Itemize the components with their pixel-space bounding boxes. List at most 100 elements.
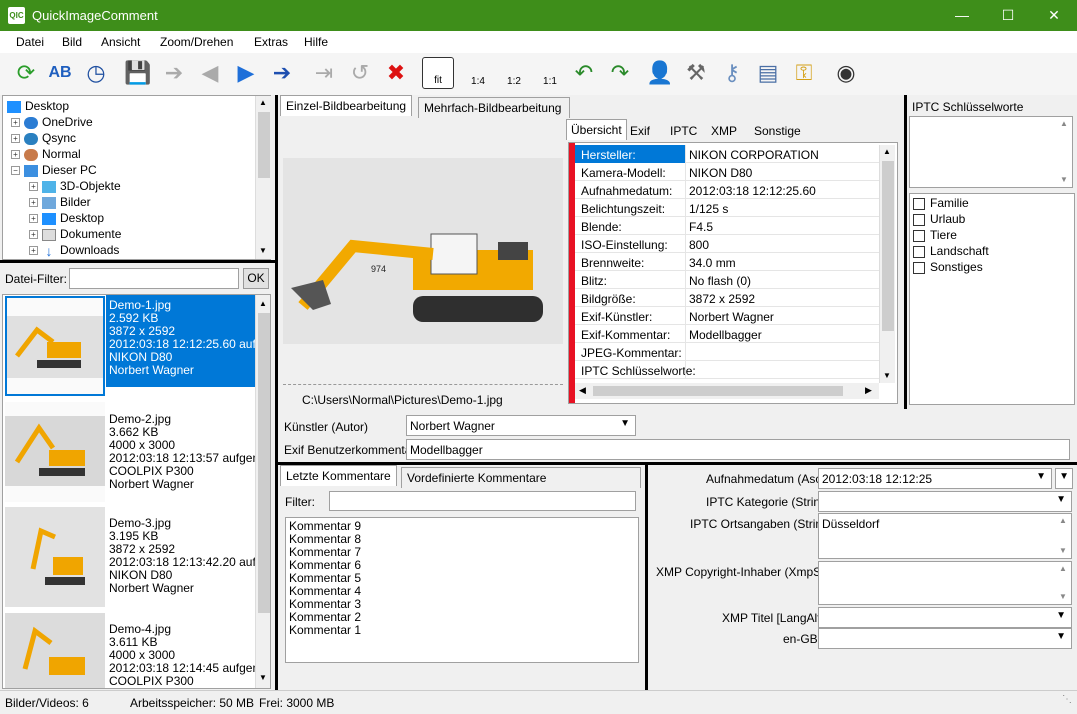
zoom-1-4-icon[interactable]: 1:4: [462, 57, 494, 89]
splitter-horizontal[interactable]: [278, 462, 1077, 465]
metadata-hscrollbar[interactable]: ◀ ▶: [575, 383, 879, 399]
tab-uebersicht[interactable]: Übersicht: [566, 119, 627, 140]
tab-letzte-kommentare[interactable]: Letzte Kommentare: [280, 465, 397, 486]
clock-icon[interactable]: ◷: [80, 57, 112, 89]
delete-icon[interactable]: ✖: [380, 57, 412, 89]
tag-icon[interactable]: ⚷: [716, 57, 748, 89]
expand-icon[interactable]: +: [11, 150, 20, 160]
file-info-demo-4[interactable]: Demo-4.jpg 3.611 KB 4000 x 3000 2012:03:18 …: [109, 623, 262, 688]
tree-item-downloads[interactable]: + ↓ Downloads: [29, 243, 119, 258]
menu-bild[interactable]: Bild: [62, 35, 82, 49]
binoculars-icon[interactable]: ◉: [830, 57, 862, 89]
tree-item-dokumente[interactable]: + Dokumente: [29, 227, 121, 241]
rotate-right-icon[interactable]: ↷: [604, 57, 636, 89]
check-sonstiges[interactable]: Sonstiges: [913, 260, 983, 274]
exif-comment-input[interactable]: Modellbagger: [406, 439, 1070, 460]
image-preview[interactable]: 974: [283, 158, 563, 344]
scroll-thumb[interactable]: [882, 161, 894, 331]
chevron-down-icon[interactable]: ▼: [1059, 471, 1069, 482]
tree-item-bilder[interactable]: + Bilder: [29, 195, 91, 209]
tree-item-onedrive[interactable]: + OneDrive: [11, 115, 93, 129]
field-loc-input[interactable]: Düsseldorf ▲ ▼: [818, 513, 1072, 559]
document-icon[interactable]: ▤: [752, 57, 784, 89]
chevron-down-icon[interactable]: ▼: [1036, 471, 1046, 482]
expand-icon[interactable]: +: [29, 230, 38, 240]
meta-row[interactable]: Exif-Künstler: Norbert Wagner: [575, 307, 885, 325]
menu-datei[interactable]: Datei: [16, 35, 44, 49]
tree-item-dieser-pc[interactable]: − Dieser PC: [11, 163, 97, 177]
resize-grip-icon[interactable]: ⋱: [1062, 694, 1072, 705]
scroll-down-icon[interactable]: ▼: [259, 673, 267, 682]
file-info-demo-1[interactable]: Demo-1.jpg 2.592 KB 3872 x 2592 2012:03:18 …: [109, 299, 269, 377]
meta-row[interactable]: Bildgröße: 3872 x 2592: [575, 289, 885, 307]
refresh-icon[interactable]: ⟳: [10, 57, 42, 89]
check-tiere[interactable]: Tiere: [913, 228, 957, 242]
expand-icon[interactable]: +: [29, 198, 38, 208]
meta-row[interactable]: Blende: F4.5: [575, 217, 885, 235]
tree-item-normal[interactable]: + Normal: [11, 147, 81, 161]
checkbox-icon[interactable]: [913, 213, 925, 226]
scroll-right-icon[interactable]: ▶: [865, 385, 872, 396]
expand-icon[interactable]: +: [29, 246, 38, 256]
meta-row[interactable]: Exif-Kommentar: Modellbagger: [575, 325, 885, 343]
scroll-up-icon[interactable]: ▲: [1059, 516, 1067, 525]
tree-item-desktop[interactable]: Desktop: [7, 99, 69, 113]
back-arrow-icon[interactable]: ➔: [158, 57, 190, 89]
check-landschaft[interactable]: Landschaft: [913, 244, 989, 258]
rotate-left-icon[interactable]: ↶: [568, 57, 600, 89]
zoom-fit-icon[interactable]: fit: [422, 57, 454, 89]
scroll-down-icon[interactable]: ▼: [1060, 175, 1068, 184]
previous-icon[interactable]: ◀: [194, 57, 226, 89]
chevron-down-icon[interactable]: ▼: [620, 418, 630, 429]
forward-arrow-icon[interactable]: ➔: [266, 57, 298, 89]
list-item[interactable]: Kommentar 1: [289, 624, 361, 637]
filter-ok-button[interactable]: OK: [243, 268, 269, 289]
undo-icon[interactable]: ↺: [344, 57, 376, 89]
check-familie[interactable]: Familie: [913, 196, 969, 210]
tree-scrollbar[interactable]: ▲ ▼: [255, 96, 271, 259]
tab-exif[interactable]: Exif: [625, 121, 655, 141]
next-icon[interactable]: ▶: [230, 57, 262, 89]
scroll-down-icon[interactable]: ▼: [883, 371, 891, 380]
scroll-up-icon[interactable]: ▲: [883, 147, 891, 156]
zoom-1-2-icon[interactable]: 1:2: [498, 57, 530, 89]
scroll-thumb[interactable]: [258, 313, 270, 613]
file-filter-input[interactable]: [69, 268, 239, 289]
thumbnail-demo-1[interactable]: [5, 296, 105, 396]
menu-hilfe[interactable]: Hilfe: [304, 35, 328, 49]
checkbox-icon[interactable]: [913, 261, 925, 274]
spellcheck-icon[interactable]: AB: [44, 57, 76, 89]
scroll-up-icon[interactable]: ▲: [1059, 564, 1067, 573]
thumbnail-demo-2[interactable]: [5, 402, 105, 502]
chevron-down-icon[interactable]: ▼: [1056, 494, 1066, 505]
field-date-combo[interactable]: 2012:03:18 12:12:25 ▼: [818, 468, 1052, 489]
minimize-button[interactable]: —: [939, 0, 985, 31]
scroll-down-icon[interactable]: ▼: [1059, 592, 1067, 601]
checkbox-icon[interactable]: [913, 229, 925, 242]
thumbnail-demo-3[interactable]: [5, 507, 105, 607]
zoom-1-1-icon[interactable]: 1:1: [534, 57, 566, 89]
expand-icon[interactable]: +: [11, 118, 20, 128]
meta-row[interactable]: Belichtungszeit: 1/125 s: [575, 199, 885, 217]
file-info-demo-3[interactable]: Demo-3.jpg 3.195 KB 3872 x 2592 2012:03:18 …: [109, 517, 269, 595]
meta-row[interactable]: Blitz: No flash (0): [575, 271, 885, 289]
scroll-thumb[interactable]: [258, 112, 270, 178]
menu-zoom-drehen[interactable]: Zoom/Drehen: [160, 35, 233, 49]
field-cat-combo[interactable]: ▼: [818, 491, 1072, 512]
splitter-right[interactable]: [904, 95, 907, 409]
checkbox-icon[interactable]: [913, 245, 925, 258]
meta-row[interactable]: Brennweite: 34.0 mm: [575, 253, 885, 271]
menu-ansicht[interactable]: Ansicht: [101, 35, 140, 49]
meta-row[interactable]: Aufnahmedatum: 2012:03:18 12:12:25.60: [575, 181, 885, 199]
meta-row[interactable]: Kamera-Modell: NIKON D80: [575, 163, 885, 181]
chevron-down-icon[interactable]: ▼: [1056, 631, 1066, 642]
scroll-down-icon[interactable]: ▼: [1059, 546, 1067, 555]
file-list-scrollbar[interactable]: ▲ ▼: [255, 295, 270, 688]
file-info-demo-2[interactable]: Demo-2.jpg 3.662 KB 4000 x 3000 2012:03:18 …: [109, 413, 262, 491]
scroll-up-icon[interactable]: ▲: [259, 299, 267, 308]
tab-iptc[interactable]: IPTC: [665, 121, 702, 141]
scroll-up-icon[interactable]: ▲: [1060, 119, 1068, 128]
tree-item-qsync[interactable]: + Qsync: [11, 131, 76, 145]
check-urlaub[interactable]: Urlaub: [913, 212, 965, 226]
tab-vordefinierte-kommentare[interactable]: Vordefinierte Kommentare: [401, 467, 641, 488]
